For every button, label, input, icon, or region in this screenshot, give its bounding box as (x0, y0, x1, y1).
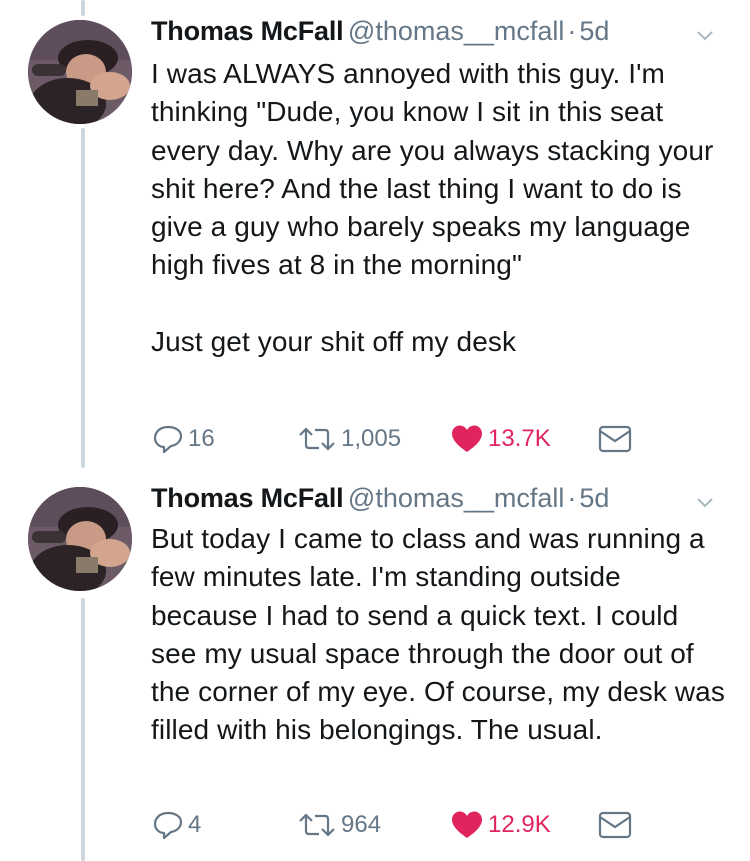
reply-button[interactable]: 4 (152, 807, 201, 843)
retweet-icon (299, 813, 335, 837)
retweet-button[interactable]: 1,005 (297, 421, 401, 457)
like-count: 13.7K (488, 425, 551, 452)
tweet[interactable]: Thomas McFall @thomas__mcfall · 5d But tod… (0, 470, 750, 861)
retweet-icon (299, 427, 335, 451)
retweet-count: 964 (341, 811, 382, 838)
timestamp[interactable]: 5d (579, 483, 609, 513)
chevron-down-icon[interactable] (694, 24, 716, 46)
tweet-actions: 4 964 12.9K (151, 807, 711, 843)
reply-button[interactable]: 16 (152, 421, 215, 457)
like-count: 12.9K (488, 811, 551, 838)
tweet-header: Thomas McFall @thomas__mcfall · 5d (151, 483, 609, 519)
avatar[interactable] (28, 20, 132, 124)
direct-message-button[interactable] (598, 807, 632, 843)
author-name[interactable]: Thomas McFall (151, 16, 344, 46)
tweet[interactable]: Thomas McFall @thomas__mcfall · 5d I was A… (0, 0, 750, 470)
retweet-count: 1,005 (341, 425, 402, 452)
separator-dot: · (567, 483, 577, 513)
heart-icon (452, 425, 482, 452)
reply-icon (153, 811, 183, 840)
retweet-button[interactable]: 964 (297, 807, 381, 843)
direct-message-icon (598, 811, 632, 839)
author-handle[interactable]: @thomas__mcfall (348, 16, 565, 46)
timestamp[interactable]: 5d (579, 16, 609, 46)
author-name[interactable]: Thomas McFall (151, 483, 344, 513)
like-button[interactable]: 13.7K (450, 421, 551, 457)
tweet-actions: 16 1,005 13.7K (151, 421, 711, 457)
direct-message-icon (598, 425, 632, 453)
author-handle[interactable]: @thomas__mcfall (348, 483, 565, 513)
like-button[interactable]: 12.9K (450, 807, 551, 843)
reply-count: 16 (188, 425, 215, 452)
chevron-down-icon[interactable] (694, 491, 716, 513)
avatar[interactable] (28, 487, 132, 591)
direct-message-button[interactable] (598, 421, 632, 457)
separator-dot: · (567, 16, 577, 46)
reply-icon (153, 425, 183, 454)
tweet-text: I was ALWAYS annoyed with this guy. I'm … (151, 58, 714, 358)
tweet-header: Thomas McFall @thomas__mcfall · 5d (151, 16, 609, 52)
reply-count: 4 (188, 811, 202, 838)
heart-icon (452, 811, 482, 838)
tweet-text: But today I came to class and was runnin… (151, 523, 733, 746)
